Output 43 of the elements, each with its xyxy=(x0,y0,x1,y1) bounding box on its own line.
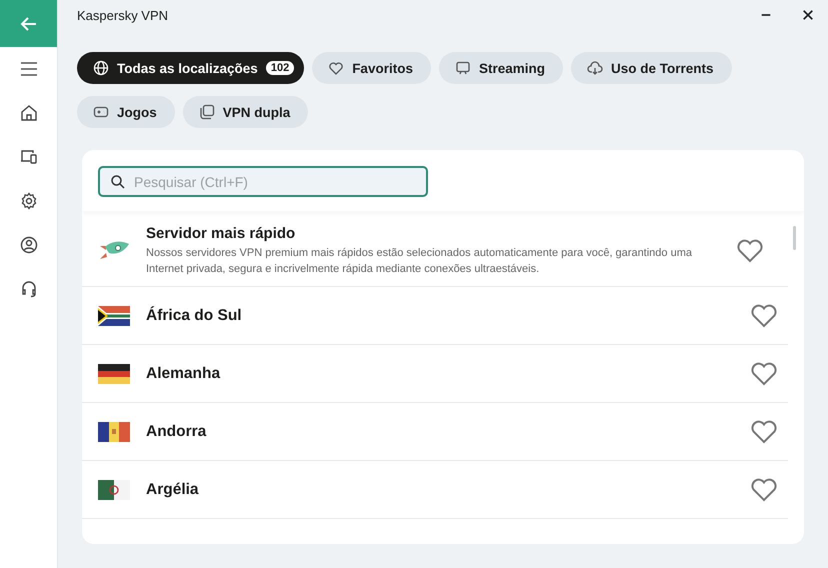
fastest-server-title: Servidor mais rápido xyxy=(146,224,296,242)
filter-tab[interactable]: Streaming xyxy=(438,52,563,84)
filter-tab[interactable]: Favoritos xyxy=(312,52,431,84)
devices-icon xyxy=(20,148,38,166)
heart-icon xyxy=(750,360,778,386)
filter-tab[interactable]: VPN dupla xyxy=(182,96,308,128)
filter-tab[interactable]: Todas as localizações 102 xyxy=(77,52,304,84)
flag-icon xyxy=(98,364,130,384)
flag-icon xyxy=(98,422,130,442)
settings-icon xyxy=(20,192,38,210)
heart-icon xyxy=(750,302,778,328)
country-name: África do Sul xyxy=(146,306,243,324)
favorite-button[interactable] xyxy=(750,360,778,386)
heart-icon xyxy=(328,60,344,76)
headset-icon xyxy=(20,280,38,298)
country-name: Argélia xyxy=(146,480,200,498)
filter-tab[interactable]: Uso de Torrents xyxy=(570,52,732,84)
country-name: Alemanha xyxy=(146,364,222,382)
favorite-button[interactable] xyxy=(750,302,778,328)
flag-icon xyxy=(98,306,130,326)
fastest-server-description: Nossos servidores VPN premium mais rápidos estão selecionados automaticamente para você, garantindo uma Internet privada, segura e incrivelmente rápida mediante conexões ultraestáveis. xyxy=(146,246,693,276)
filter-tab[interactable]: Jogos xyxy=(77,96,175,128)
favorite-button[interactable] xyxy=(750,418,778,444)
favorite-button[interactable] xyxy=(750,476,778,502)
heart-icon xyxy=(736,238,764,264)
globe-icon xyxy=(93,60,109,76)
country-name: Andorra xyxy=(146,422,208,440)
count-badge: 102 xyxy=(266,61,294,75)
heart-icon xyxy=(750,418,778,444)
menu-icon xyxy=(18,59,38,79)
back-button[interactable] xyxy=(0,0,57,47)
account-icon xyxy=(20,236,38,254)
gamepad-icon xyxy=(93,104,109,120)
cloud-download-icon xyxy=(586,60,603,76)
close-icon xyxy=(802,8,814,22)
window-title: Kaspersky VPN xyxy=(77,8,168,22)
flag-icon xyxy=(98,480,130,500)
double-square-icon xyxy=(198,104,215,120)
screen-icon xyxy=(454,60,471,76)
search-field[interactable]: Pesquisar (Ctrl+F) xyxy=(98,166,428,197)
home-icon xyxy=(20,104,38,122)
heart-icon xyxy=(750,476,778,502)
scrollbar-thumb[interactable] xyxy=(793,226,796,250)
